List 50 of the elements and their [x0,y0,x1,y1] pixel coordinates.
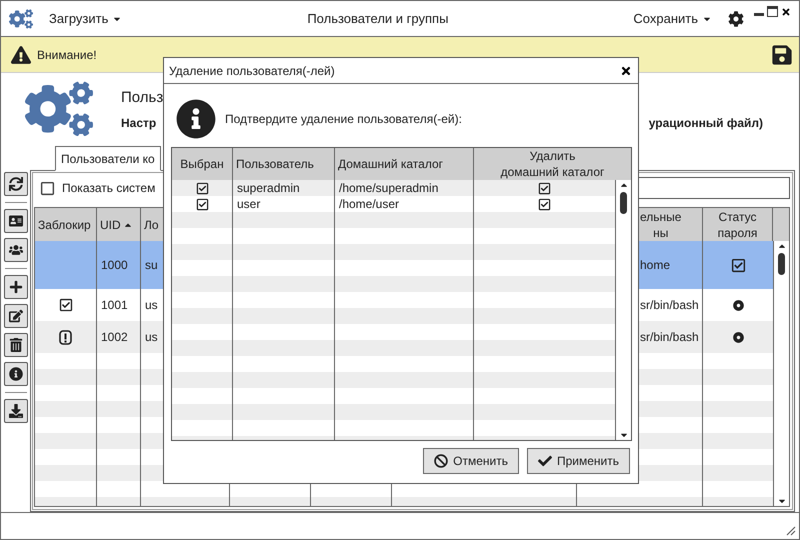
page-subtitle: Настр [121,116,156,130]
page-subtitle: урационный файл) [648,116,763,130]
scroll-thumb[interactable] [778,253,785,275]
apply-button[interactable]: Применить [526,448,630,474]
edit-button[interactable] [4,304,28,328]
check-icon [538,454,552,468]
close-button[interactable] [781,6,791,17]
checkbox[interactable] [196,198,208,210]
cancel-button[interactable]: Отменить [423,448,519,474]
save-icon[interactable] [771,44,793,66]
checkbox[interactable] [538,182,551,194]
edit-icon [8,309,22,323]
tab[interactable]: Пользователи ко [55,146,161,171]
checkbox[interactable] [40,180,55,196]
group-icon [8,243,22,257]
dialog-title: Удаление пользователя(-лей) [169,64,335,78]
ban-icon [434,454,448,468]
download-icon [8,404,22,418]
download-button[interactable] [4,399,28,423]
checkbox-label: Показать систем [62,181,156,195]
info-icon [8,367,22,381]
warning-text: Внимание! [37,48,98,62]
confirm-message: Подтвердите удаление пользователя(-ей): [225,112,462,126]
maximize-button[interactable] [767,6,778,17]
scroll-thumb[interactable] [620,192,627,214]
plus-button[interactable] [4,275,28,299]
settings-icon[interactable] [728,10,744,26]
filter-field[interactable] [638,177,790,199]
plus-icon [8,280,22,294]
info-button[interactable] [4,362,28,386]
close-button[interactable] [620,64,632,76]
column-header[interactable]: Удалить домашний каталог [474,148,631,180]
contact-card-icon [8,214,22,228]
trash-button[interactable] [4,333,28,357]
load-menu-button[interactable]: Загрузить [43,9,128,28]
scrollbar[interactable] [615,180,631,440]
gears-icon [9,6,33,30]
group-button[interactable] [4,238,28,262]
save-menu-button[interactable]: Сохранить [627,9,718,28]
contact-card-button[interactable] [4,209,28,233]
window-title: Пользователи и группы [306,11,450,26]
info-icon [176,99,216,139]
checkbox[interactable] [196,182,208,194]
refresh-icon [8,177,22,191]
resize-grip-icon[interactable] [786,526,796,536]
refresh-button[interactable] [4,172,28,196]
page-title: Польз [121,88,164,106]
warning-icon [11,44,31,64]
checkbox[interactable] [538,198,551,210]
trash-icon [8,338,22,352]
